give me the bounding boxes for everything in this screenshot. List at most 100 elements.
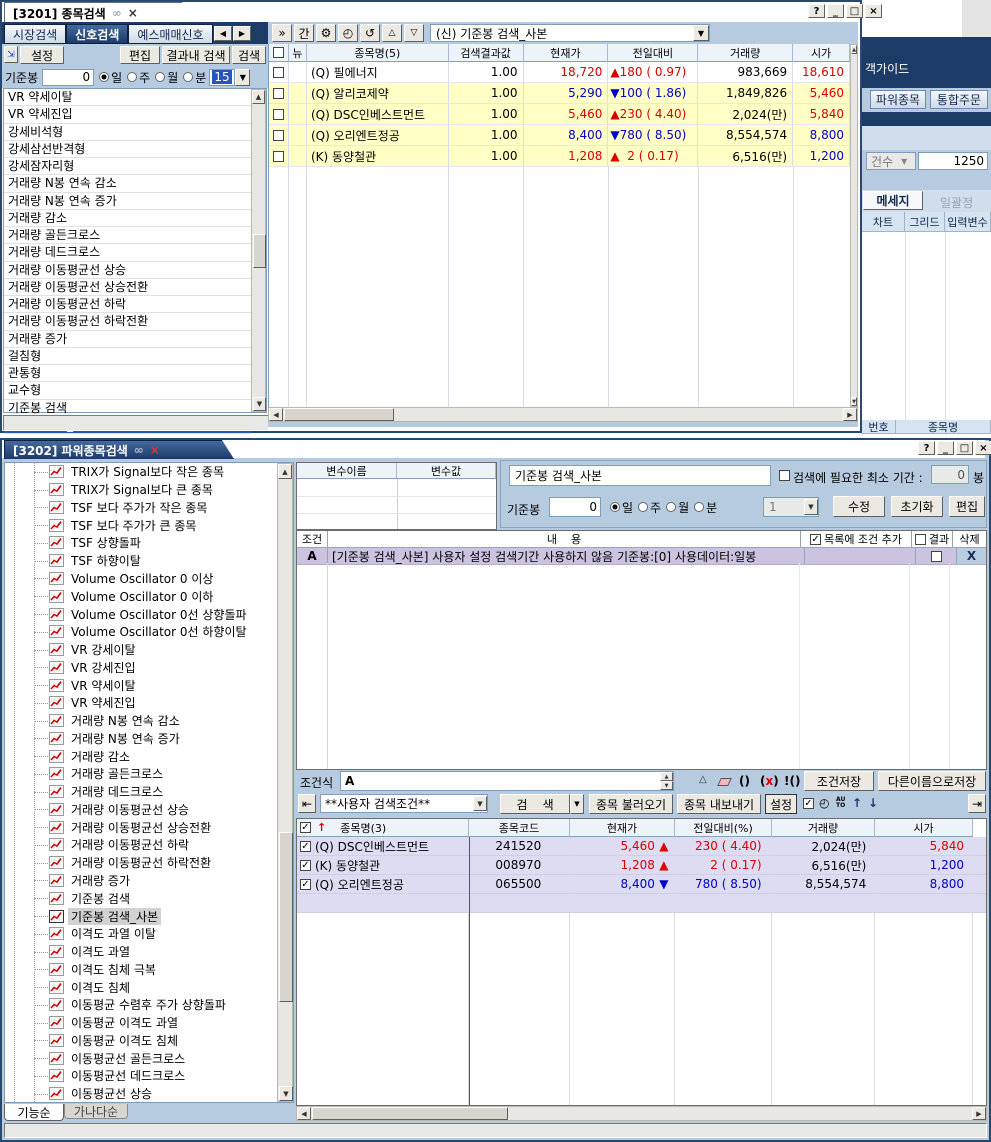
auto-icon[interactable]: AUTO bbox=[836, 797, 845, 809]
not-paren-button[interactable]: !() bbox=[784, 774, 800, 788]
tree-item[interactable]: TSF 상향돌파 bbox=[5, 534, 275, 552]
scrollbar-thumb[interactable] bbox=[253, 234, 266, 268]
col-select[interactable] bbox=[269, 44, 289, 62]
tree-item[interactable]: TRIX가 Signal보다 큰 종목 bbox=[5, 481, 275, 499]
radio-일[interactable]: 일 bbox=[99, 69, 122, 86]
col-전일대비(%)[interactable]: 전일대비(%) bbox=[675, 819, 772, 837]
row-checkbox[interactable] bbox=[273, 151, 284, 162]
search-dropdown-icon[interactable]: ▼ bbox=[570, 794, 584, 814]
link-icon[interactable]: ∞ bbox=[134, 443, 144, 457]
tab-alphabetical-order[interactable]: 가나다순 bbox=[64, 1104, 128, 1119]
min-period-checkbox[interactable] bbox=[779, 470, 790, 481]
settings-button[interactable]: 설정 bbox=[20, 46, 64, 64]
result-checkbox[interactable] bbox=[915, 534, 926, 545]
scrollbar-thumb[interactable] bbox=[279, 832, 293, 1002]
radio-월[interactable]: 월 bbox=[155, 69, 178, 86]
select-all-checkbox[interactable]: ✓ bbox=[300, 822, 311, 833]
col-거래량[interactable]: 거래량 bbox=[698, 44, 793, 62]
preset-dropdown[interactable]: (신) 기준봉 검색_사본 ▼ bbox=[430, 24, 710, 42]
edit-button[interactable]: 편집 bbox=[949, 496, 985, 517]
shift-right-icon[interactable]: ⇥ bbox=[968, 794, 986, 813]
table-row[interactable]: (Q) 알리코제약1.005,290▼100 ( 1.86)1,849,8265… bbox=[269, 83, 850, 104]
col-var-value[interactable]: 변수값 bbox=[397, 463, 496, 479]
tree-item[interactable]: 이동평균 이격도 과열 bbox=[5, 1014, 275, 1032]
batch-button[interactable]: 일괄정 bbox=[940, 194, 973, 211]
tree-item[interactable]: VR 강세이탈 bbox=[5, 641, 275, 659]
list-item[interactable]: VR 약세이탈 bbox=[4, 89, 251, 106]
expression-input[interactable]: A ▲▼ bbox=[340, 771, 674, 791]
result-row[interactable]: ✓(K) 동양철관0089701,208▲2 ( 0.17)6,516(만)1,… bbox=[297, 856, 986, 875]
close-button[interactable]: × bbox=[865, 4, 882, 18]
w2-hscrollbar[interactable]: ◀ ▶ bbox=[296, 1106, 987, 1121]
preset-dropdown[interactable]: **사용자 검색조건**▼ bbox=[320, 794, 488, 813]
tree-item[interactable]: Volume Oscillator 0 이상 bbox=[5, 570, 275, 588]
list-item[interactable]: 관통형 bbox=[4, 365, 251, 382]
interval-button[interactable]: 간 bbox=[294, 24, 314, 42]
col-검색결과값[interactable]: 검색결과값 bbox=[449, 44, 524, 62]
col-전일대비[interactable]: 전일대비 bbox=[608, 44, 698, 62]
count-input[interactable]: 1250 bbox=[918, 152, 988, 170]
add-checkbox[interactable]: ✓ bbox=[810, 534, 821, 545]
power-stock-button[interactable]: 파워종목 bbox=[870, 90, 926, 109]
table-row[interactable]: (Q) 필에너지1.0018,720▲180 ( 0.97)983,66918,… bbox=[269, 62, 850, 83]
tree-item[interactable]: 기준봉 검색 bbox=[5, 889, 275, 907]
count-dropdown[interactable]: 건수▼ bbox=[866, 152, 916, 170]
condition-name-input[interactable]: 기준봉 검색_사본 bbox=[509, 465, 771, 486]
scrollbar-thumb[interactable] bbox=[312, 1107, 508, 1120]
triangle-up-icon[interactable]: △ bbox=[382, 24, 402, 42]
col-거래량[interactable]: 거래량 bbox=[772, 819, 875, 837]
tree-item[interactable]: 거래량 이동평균선 상승 bbox=[5, 801, 275, 819]
w1-hscrollbar[interactable]: ◀ ▶ bbox=[268, 407, 858, 422]
dock-icon[interactable]: ⇲ bbox=[4, 46, 18, 63]
table-row[interactable]: (Q) 오리엔트정공1.008,400▼780 ( 8.50)8,554,574… bbox=[269, 125, 850, 146]
arrow-down-icon[interactable]: ↓ bbox=[868, 796, 878, 810]
list-item[interactable]: 거래량 이동평균선 상승 bbox=[4, 262, 251, 279]
tree-item[interactable]: TSF 보다 주가가 작은 종목 bbox=[5, 499, 275, 517]
tab-scroll-right-icon[interactable]: ▶ bbox=[233, 26, 251, 41]
close-button[interactable]: × bbox=[975, 441, 991, 455]
col-var-name[interactable]: 변수이름 bbox=[297, 463, 397, 479]
list-item[interactable]: 거래량 이동평균선 하락전환 bbox=[4, 313, 251, 330]
tree-item[interactable]: 이동평균선 상승 bbox=[5, 1085, 275, 1103]
table-row[interactable]: (Q) DSC인베스트먼트1.005,460▲230 ( 4.40)2,024(… bbox=[269, 104, 850, 125]
radio-주[interactable]: 주 bbox=[127, 69, 150, 86]
tree-item[interactable]: Volume Oscillator 0선 하향이탈 bbox=[5, 623, 275, 641]
sort-up-icon[interactable]: ↑ bbox=[317, 821, 326, 834]
list-item[interactable]: 거래량 이동평균선 하락 bbox=[4, 296, 251, 313]
tree-item[interactable]: 이동평균선 데드크로스 bbox=[5, 1067, 275, 1085]
tree-item[interactable]: 거래량 증가 bbox=[5, 872, 275, 890]
base-candle-input[interactable]: 0 bbox=[42, 69, 94, 86]
arrow-up-icon[interactable]: ↑ bbox=[852, 796, 862, 810]
w1-vscrollbar[interactable]: ▲ ▼ bbox=[850, 44, 858, 407]
maximize-button[interactable]: □ bbox=[846, 4, 863, 18]
radio-분[interactable]: 분 bbox=[183, 69, 206, 86]
list-item[interactable]: 거래량 골든크로스 bbox=[4, 227, 251, 244]
tree-item[interactable]: 이동평균 이격도 침체 bbox=[5, 1032, 275, 1050]
col-grid[interactable]: 그리드 bbox=[905, 212, 945, 232]
tree-item[interactable]: 이격도 침체 극복 bbox=[5, 960, 275, 978]
min-period-input[interactable]: 0 bbox=[931, 465, 969, 484]
clock-icon[interactable]: ◴ bbox=[819, 796, 829, 810]
list-item[interactable]: 거래량 이동평균선 상승전환 bbox=[4, 279, 251, 296]
tree-item[interactable]: 거래량 이동평균선 하락 bbox=[5, 836, 275, 854]
radio-주[interactable]: 주 bbox=[638, 499, 661, 516]
col-현재가[interactable]: 현재가 bbox=[524, 44, 609, 62]
tree-item[interactable]: 거래량 감소 bbox=[5, 747, 275, 765]
minute-dropdown[interactable]: 15 bbox=[209, 69, 235, 86]
save-condition-button[interactable]: 조건저장 bbox=[804, 771, 874, 791]
tree-item[interactable]: 거래량 N봉 연속 감소 bbox=[5, 712, 275, 730]
col-종목코드[interactable]: 종목코드 bbox=[469, 819, 570, 837]
minimize-button[interactable]: _ bbox=[827, 4, 844, 18]
list-item[interactable]: 거래량 감소 bbox=[4, 210, 251, 227]
scrollbar-thumb[interactable] bbox=[284, 408, 394, 421]
tab-scroll-left-icon[interactable]: ◀ bbox=[214, 26, 232, 41]
maximize-button[interactable]: □ bbox=[956, 441, 973, 455]
row-checkbox[interactable] bbox=[273, 109, 284, 120]
list-item[interactable]: 거래량 데드크로스 bbox=[4, 244, 251, 261]
help-button[interactable]: ? bbox=[918, 441, 935, 455]
row-checkbox[interactable]: ✓ bbox=[300, 879, 311, 890]
tree-item[interactable]: 거래량 이동평균선 하락전환 bbox=[5, 854, 275, 872]
load-stocks-button[interactable]: 종목 불러오기 bbox=[589, 794, 673, 814]
tree-item[interactable]: 거래량 N봉 연속 증가 bbox=[5, 729, 275, 747]
tab-close-icon[interactable]: × bbox=[128, 6, 138, 20]
